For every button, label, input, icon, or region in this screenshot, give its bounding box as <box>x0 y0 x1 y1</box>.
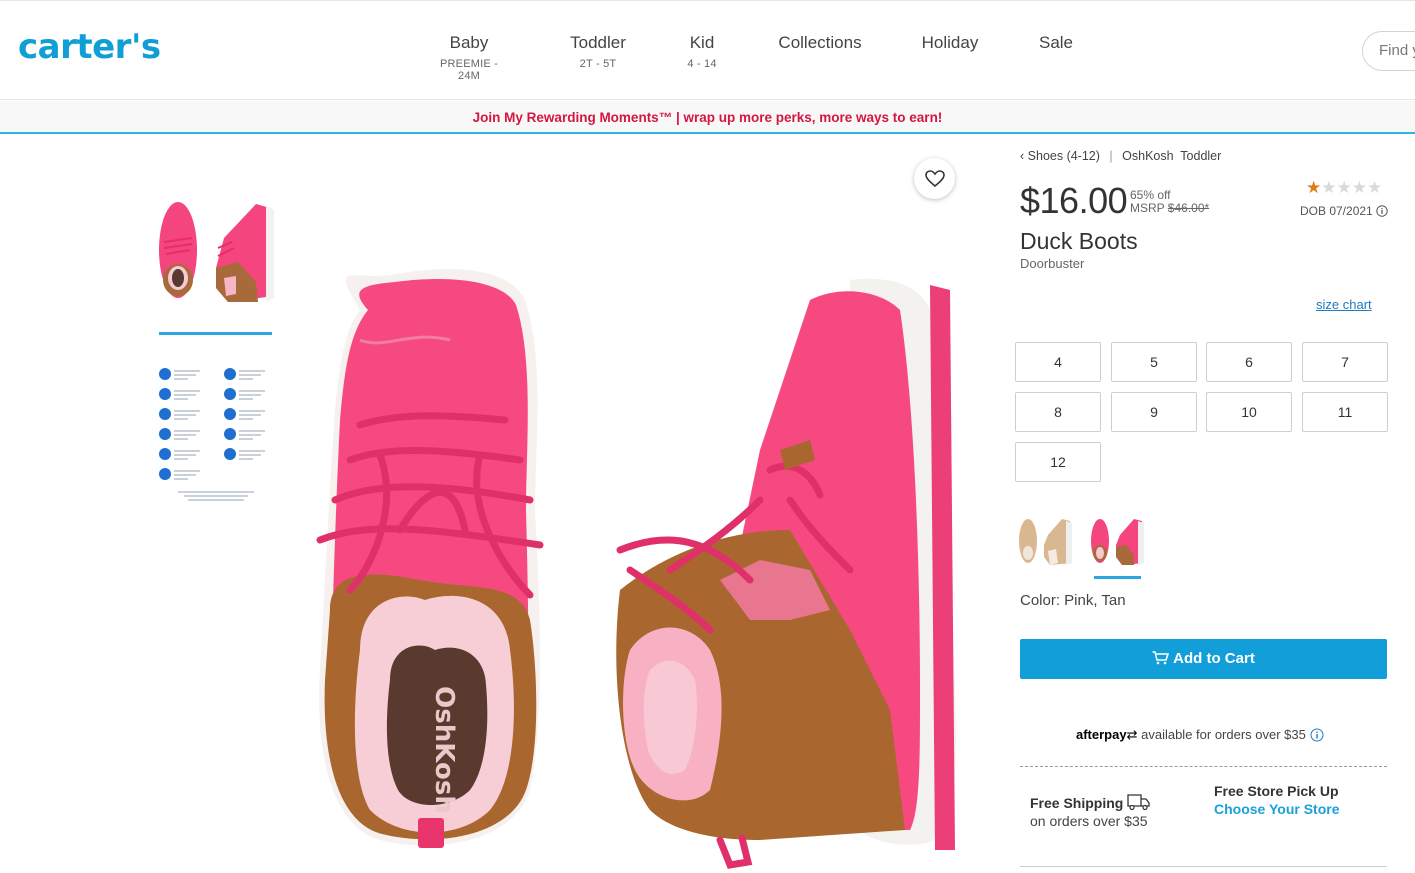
breadcrumb-separator: | <box>1109 149 1113 163</box>
wishlist-heart-button[interactable] <box>914 158 955 199</box>
size-option-9[interactable]: 9 <box>1111 392 1197 432</box>
info-icon[interactable] <box>1310 728 1324 742</box>
nav-baby[interactable]: Baby PREEMIE - 24M <box>428 33 510 82</box>
nav-label: Baby <box>449 33 489 52</box>
size-option-10[interactable]: 10 <box>1206 392 1292 432</box>
free-shipping-subtitle: on orders over $35 <box>1030 813 1148 829</box>
size-option-11[interactable]: 11 <box>1302 392 1388 432</box>
thumbnail-size-guide[interactable] <box>158 366 274 502</box>
nav-label: Holiday <box>921 33 979 52</box>
rating-stars[interactable]: ★★★★★ <box>1306 178 1382 198</box>
size-option-6[interactable]: 6 <box>1206 342 1292 382</box>
size-option-5[interactable]: 5 <box>1111 342 1197 382</box>
size-option-12[interactable]: 12 <box>1015 442 1101 482</box>
free-shipping-title: Free Shipping <box>1030 795 1124 811</box>
add-to-cart-button[interactable]: Add to Cart <box>1020 639 1387 679</box>
free-shipping-info: Free Shipping on orders over $35 <box>1030 793 1151 830</box>
nav-sublabel: 2T - 5T <box>579 58 617 70</box>
svg-text:OshKosh: OshKosh <box>429 686 459 814</box>
product-main-image[interactable]: OshKosh <box>290 150 1000 873</box>
size-option-7[interactable]: 7 <box>1302 342 1388 382</box>
size-option-4[interactable]: 4 <box>1015 342 1101 382</box>
divider <box>1020 866 1387 867</box>
msrp-label: MSRP <box>1130 201 1165 215</box>
nav-toddler[interactable]: Toddler 2T - 5T <box>566 33 630 70</box>
afterpay-arrow-icon: ⇄ <box>1126 727 1138 742</box>
nav-holiday[interactable]: Holiday <box>918 33 982 53</box>
afterpay-logo: afterpay <box>1076 727 1127 742</box>
heart-icon <box>924 169 945 187</box>
discount-info: 65% off MSRP $46.00* <box>1130 189 1209 215</box>
site-header: carter's Baby PREEMIE - 24M Toddler 2T -… <box>0 0 1415 100</box>
size-guide-thumbnail-image <box>159 368 265 501</box>
swatch-pink[interactable] <box>1090 515 1146 567</box>
size-chart-link[interactable]: size chart <box>1316 297 1372 312</box>
pink-boots-swatch-image <box>1091 519 1144 565</box>
nav-collections[interactable]: Collections <box>774 33 866 53</box>
right-boot-illustration <box>616 278 956 869</box>
nav-label: Toddler <box>570 33 626 52</box>
left-boot-illustration: OshKosh <box>316 268 544 848</box>
add-to-cart-label: Add to Cart <box>1173 650 1255 667</box>
cart-icon <box>1152 651 1170 665</box>
nav-label: Kid <box>689 33 715 52</box>
chevron-left-icon: ‹ <box>1020 149 1025 163</box>
star-empty-icon: ★ <box>1367 178 1383 197</box>
tan-boots-swatch-image <box>1019 519 1072 565</box>
divider <box>1020 766 1387 767</box>
swatch-selected-indicator <box>1094 576 1141 579</box>
nav-sale[interactable]: Sale <box>1036 33 1076 53</box>
breadcrumb-category[interactable]: Toddler <box>1180 149 1221 163</box>
product-name: Duck Boots <box>1020 228 1138 254</box>
product-subtitle: Doorbuster <box>1020 256 1085 271</box>
nav-kid[interactable]: Kid 4 - 14 <box>680 33 724 70</box>
boots-thumbnail-image <box>159 202 274 302</box>
msrp-price: $46.00* <box>1167 201 1210 215</box>
dob-info: DOB 07/2021 <box>1300 204 1388 218</box>
afterpay-text: available for orders over $35 <box>1141 727 1306 742</box>
nav-label: Sale <box>1038 33 1074 52</box>
star-empty-icon: ★ <box>1321 178 1337 197</box>
afterpay-info: afterpay⇄ available for orders over $35 <box>1076 727 1324 743</box>
nav-sublabel: 4 - 14 <box>687 58 717 70</box>
thumbnail-boots[interactable] <box>158 198 274 306</box>
product-price: $16.00 <box>1020 180 1128 221</box>
store-pickup-info: Free Store Pick Up Choose Your Store <box>1214 782 1340 818</box>
choose-store-link[interactable]: Choose Your Store <box>1214 801 1340 817</box>
nav-sublabel: PREEMIE - 24M <box>439 58 499 82</box>
store-pickup-title: Free Store Pick Up <box>1214 783 1339 799</box>
nav-label: Collections <box>778 33 862 52</box>
search-input[interactable]: Find y <box>1362 31 1415 71</box>
thumbnail-selected-indicator <box>159 332 272 335</box>
breadcrumb-brand[interactable]: OshKosh <box>1122 149 1173 163</box>
truck-icon <box>1127 794 1150 811</box>
star-empty-icon: ★ <box>1351 178 1367 197</box>
swatch-tan[interactable] <box>1018 515 1074 567</box>
breadcrumb-shoes[interactable]: Shoes (4-12) <box>1028 149 1100 163</box>
info-icon[interactable] <box>1376 205 1388 217</box>
color-label: Color: Pink, Tan <box>1020 592 1126 609</box>
promo-banner[interactable]: Join My Rewarding Moments™ | wrap up mor… <box>0 101 1415 134</box>
size-option-8[interactable]: 8 <box>1015 392 1101 432</box>
breadcrumb: ‹ Shoes (4-12) | OshKosh Toddler <box>1020 149 1221 163</box>
carters-logo[interactable]: carter's <box>18 27 161 67</box>
star-empty-icon: ★ <box>1336 178 1352 197</box>
star-filled-icon: ★ <box>1306 178 1322 197</box>
dob-text: DOB 07/2021 <box>1300 204 1373 218</box>
